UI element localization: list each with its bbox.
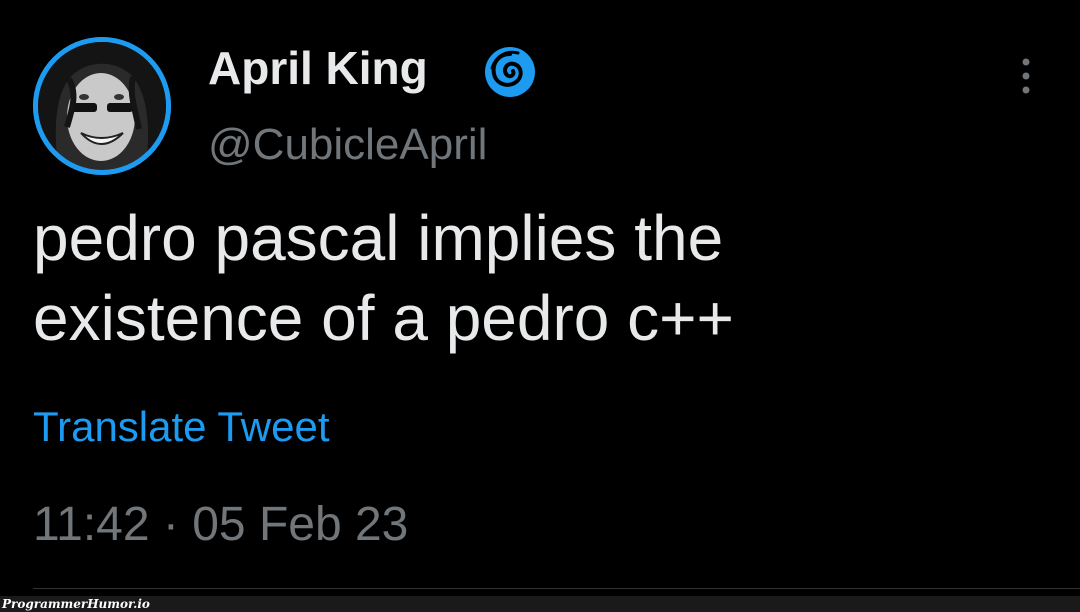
translate-tweet-link[interactable]: Translate Tweet <box>33 400 329 454</box>
author-avatar[interactable] <box>33 37 171 175</box>
author-display-name[interactable]: April King <box>208 40 428 96</box>
more-options-icon[interactable] <box>1008 54 1044 98</box>
watermark-text: ProgrammerHumor.io <box>2 597 150 611</box>
tweet-text-line: existence of a pedro c++ <box>33 282 734 354</box>
watermark-bar <box>0 596 1080 612</box>
tweet-text-line: pedro pascal implies the <box>33 202 724 274</box>
tweet-timestamp[interactable]: 11:42 · 05 Feb 23 <box>33 496 408 554</box>
spiral-badge-icon <box>485 47 535 97</box>
avatar-image <box>33 37 171 175</box>
tweet-text: pedro pascal implies the existence of a … <box>33 198 1033 358</box>
author-handle[interactable]: @CubicleApril <box>208 117 487 173</box>
tweet-card: April King @CubicleApril pedro pascal im… <box>0 0 1080 612</box>
divider <box>33 588 1080 589</box>
